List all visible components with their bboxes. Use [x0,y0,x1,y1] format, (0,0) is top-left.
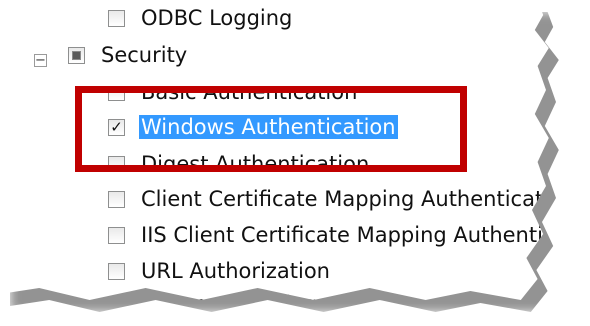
tree-item-iis-client-certificate-mapping[interactable]: IIS Client Certificate Mapping Authentic… [108,221,590,249]
security-checkbox[interactable] [68,46,85,64]
partial-check-indicator [72,50,81,60]
tree-item-odbc-logging[interactable]: ODBC Logging [108,4,292,32]
collapse-icon[interactable]: − [34,54,47,67]
tree-item-label: IIS Client Certificate Mapping Authentic… [141,223,590,247]
red-highlight-box [75,86,467,172]
url-authorization-checkbox[interactable] [108,262,125,280]
tree-item-label: ODBC Logging [141,6,293,30]
iis-client-certificate-mapping-checkbox[interactable] [108,226,125,244]
odbc-logging-checkbox[interactable] [108,9,125,27]
tree-item-client-certificate-mapping[interactable]: Client Certificate Mapping Authenticatio… [108,185,576,213]
client-certificate-mapping-checkbox[interactable] [108,190,125,208]
tree-item-url-authorization[interactable]: URL Authorization [108,257,330,285]
screenshot-snippet: ODBC Logging − Security Basic Authentica… [0,0,590,326]
tree-item-security[interactable]: Security [68,41,187,69]
tree-item-label: Security [101,43,188,67]
tree-item-label: URL Authorization [141,259,330,283]
tree-item-label: Client Certificate Mapping Authenticatio… [141,187,576,211]
